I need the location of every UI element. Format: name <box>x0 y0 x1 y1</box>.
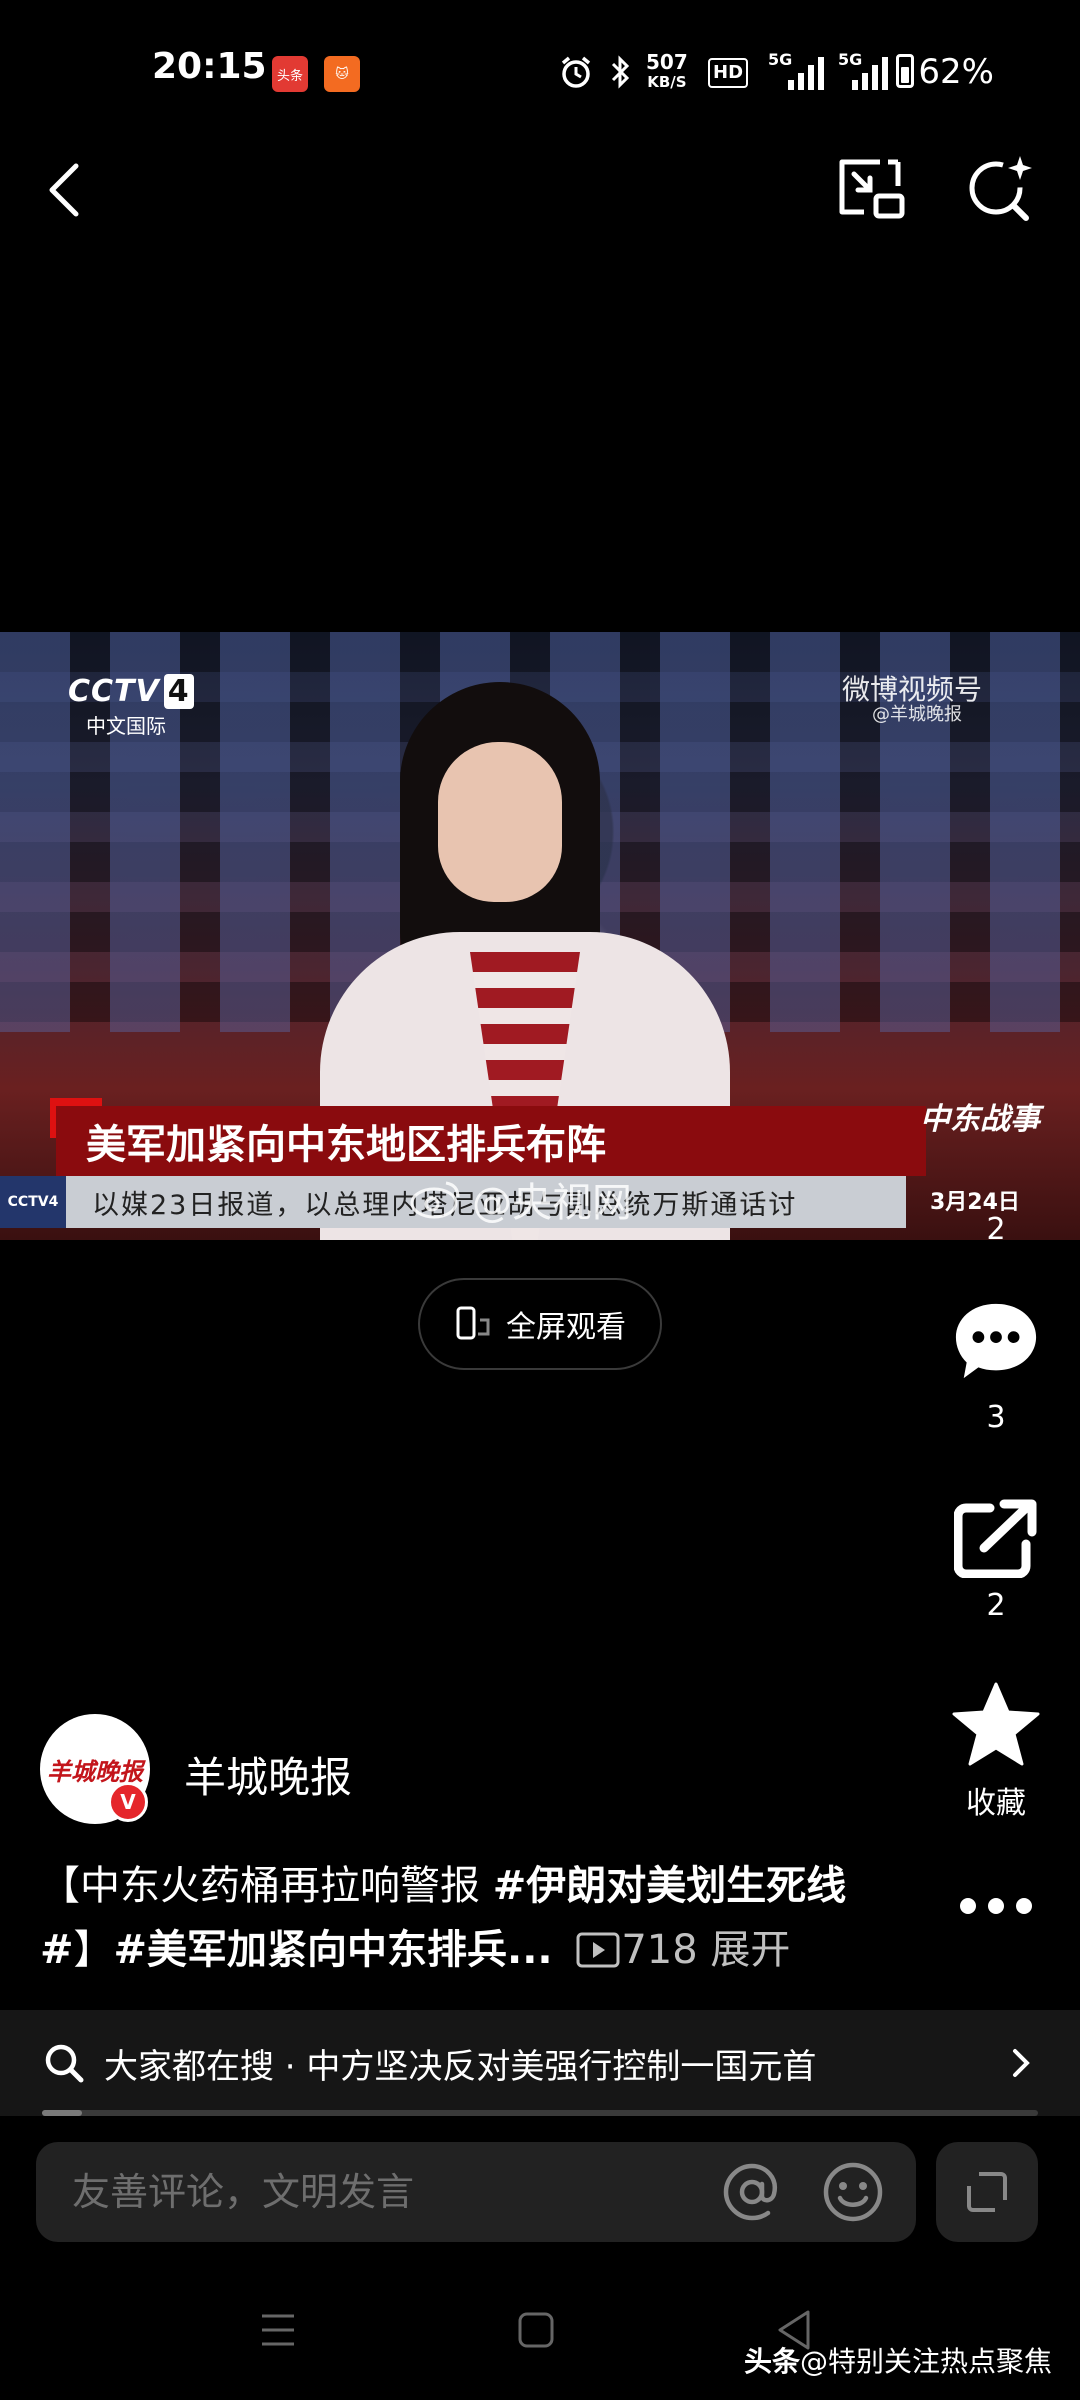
favorite-label: 收藏 <box>966 1786 1026 1821</box>
comment-icon <box>955 1303 1037 1379</box>
news-anchor-face <box>438 742 562 902</box>
emoji-icon[interactable] <box>822 2161 884 2223</box>
caption-hashtag-2[interactable]: #美军加紧向中东排兵... <box>114 1927 553 1973</box>
more-button[interactable] <box>958 1896 1034 1920</box>
cctv4-subtitle: 中文国际 <box>86 714 166 738</box>
net-speed: 507 KB/S <box>646 50 688 91</box>
video-progress-track[interactable] <box>42 2110 1038 2116</box>
battery-percent: 62% <box>918 52 994 92</box>
play-count: 718 <box>565 1927 710 1973</box>
trending-search-text: 大家都在搜 · 中方坚决反对美强行控制一国元首 <box>104 2046 817 2087</box>
corner-program-logo: 中东战事 <box>920 1102 1040 1137</box>
signal-icon <box>788 57 824 90</box>
fullscreen-label: 全屏观看 <box>506 1310 626 1345</box>
comment-count: 3 <box>986 1400 1006 1435</box>
ai-search-button[interactable] <box>964 150 1036 222</box>
search-sparkle-icon <box>969 156 1032 221</box>
expand-comment-button[interactable] <box>936 2142 1038 2242</box>
play-count-icon <box>576 1932 620 1968</box>
trending-search-bar[interactable]: 大家都在搜 · 中方坚决反对美强行控制一国元首 <box>0 2010 1080 2116</box>
notification-app-icon: 🐱 <box>324 56 360 92</box>
video-headline: 美军加紧向中东地区排兵布阵 <box>86 1122 606 1168</box>
caption-prefix: 【中东火药桶再拉响警报 <box>40 1863 493 1909</box>
comment-box[interactable] <box>36 2142 916 2242</box>
share-icon <box>954 1499 1037 1578</box>
back-button[interactable] <box>42 160 86 220</box>
fullscreen-button[interactable]: 全屏观看 <box>418 1278 662 1370</box>
expand-icon <box>967 2172 1007 2212</box>
video-player[interactable]: CCTV 4 中文国际 微博视频号 @羊城晚报 美军加紧向中东地区排兵布阵 CCT… <box>0 632 1080 1240</box>
author-name[interactable]: 羊城晚报 <box>184 1744 352 1805</box>
weibo-watermark-handle: @羊城晚报 <box>872 704 962 725</box>
star-icon <box>952 1682 1040 1766</box>
more-dots-icon <box>960 1898 1032 1914</box>
headline-bar: 美军加紧向中东地区排兵布阵 <box>56 1106 926 1176</box>
video-progress-fill <box>42 2110 82 2116</box>
comment-input[interactable] <box>72 2170 712 2214</box>
home-nav-icon[interactable] <box>516 2310 556 2350</box>
verified-badge: V <box>108 1782 148 1822</box>
chevron-right-icon <box>1013 2049 1030 2077</box>
bluetooth-icon <box>611 55 630 89</box>
picture-in-picture-button[interactable] <box>836 156 908 222</box>
expand-link[interactable]: 展开 <box>710 1927 790 1973</box>
at-mention-icon[interactable] <box>722 2162 782 2222</box>
cctv4-logo: CCTV 4 <box>68 674 194 709</box>
like-count: 2 <box>986 1212 1006 1247</box>
search-icon <box>45 2044 84 2083</box>
signal-icon-2 <box>852 57 888 90</box>
chevron-left-icon <box>49 163 79 217</box>
cctv-net-watermark: @央视网 <box>410 1170 632 1228</box>
video-caption[interactable]: 【中东火药桶再拉响警报 #伊朗对美划生死线#】#美军加紧向中东排兵... 718… <box>40 1854 890 1982</box>
share-count: 2 <box>986 1588 1006 1623</box>
menu-nav-icon[interactable] <box>258 2310 298 2350</box>
status-bar: 20:15 头条 🐱 507 KB/S HD 5G 5G 62% <box>0 0 1080 140</box>
hd-icon: HD <box>708 58 749 88</box>
pip-icon <box>839 159 905 219</box>
favorite-button[interactable] <box>952 1680 1040 1768</box>
comment-button[interactable] <box>952 1298 1040 1386</box>
rotate-phone-icon <box>456 1306 490 1340</box>
ticker-logo: CCTV4 <box>0 1176 66 1228</box>
alarm-icon <box>561 56 591 88</box>
share-button[interactable] <box>952 1494 1040 1582</box>
toutiao-app-icon: 头条 <box>272 56 308 92</box>
weibo-logo-icon <box>410 1181 460 1219</box>
battery-icon <box>896 54 914 88</box>
status-time: 20:15 <box>152 46 267 87</box>
caption-mid: 】 <box>73 1927 114 1973</box>
toutiao-watermark: 头条@特别关注热点聚焦 <box>744 2345 1053 2378</box>
